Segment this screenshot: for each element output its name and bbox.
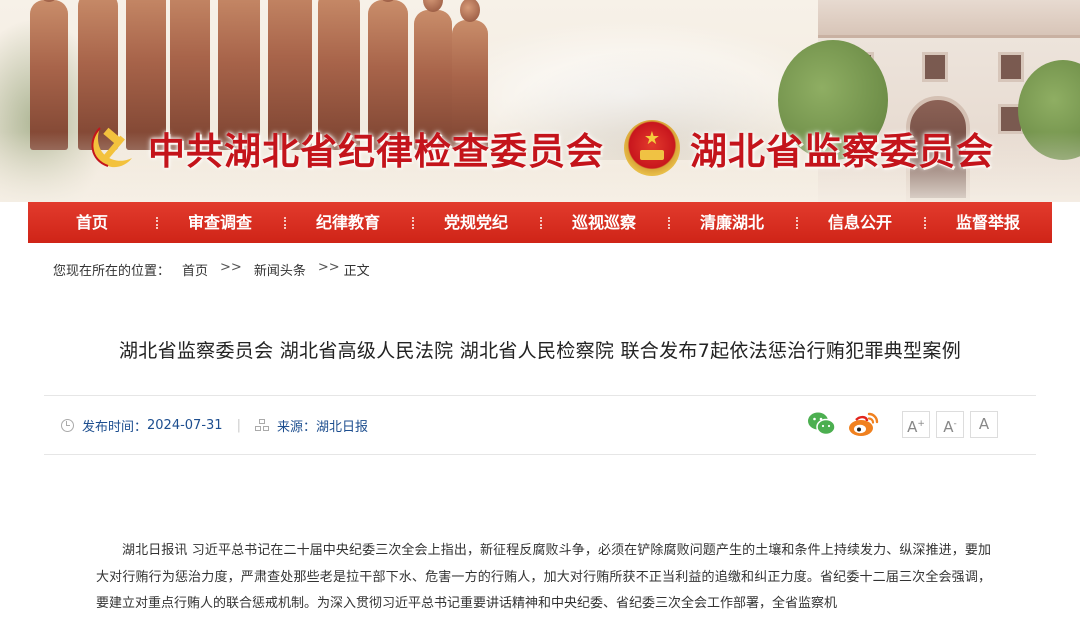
nav-item-info-disclosure[interactable]: 信息公开	[796, 202, 924, 243]
source-icon	[254, 419, 269, 432]
wechat-icon[interactable]	[807, 410, 837, 438]
article-meta: 发布时间： 2024-07-31 | 来源： 湖北日报	[61, 416, 368, 435]
nav-item-report[interactable]: 监督举报	[924, 202, 1052, 243]
nav-item-party-rules[interactable]: 党规党纪	[412, 202, 540, 243]
main-nav: 首页 审查调查 纪律教育 党规党纪 巡视巡察 清廉湖北 信息公开 监督举报	[28, 202, 1052, 243]
font-decrease-button[interactable]: A-	[936, 411, 964, 438]
font-reset-button[interactable]: A	[970, 411, 998, 438]
party-emblem-icon	[86, 122, 138, 174]
supervision-title: 湖北省监察委员会	[690, 129, 994, 173]
nav-item-investigation[interactable]: 审查调查	[156, 202, 284, 243]
breadcrumb: 您现在所在的位置： 首页 >> 新闻头条 >> 正文	[53, 260, 382, 279]
breadcrumb-separator: >>	[220, 260, 242, 275]
article-body-paragraph: 湖北日报讯 习近平总书记在二十届中央纪委三次全会上指出，新征程反腐败斗争，必须在…	[96, 543, 991, 611]
article-title: 湖北省监察委员会 湖北省高级人民法院 湖北省人民检察院 联合发布7起依法惩治行贿…	[118, 340, 961, 362]
breadcrumb-prefix: 您现在所在的位置：	[53, 264, 171, 279]
source-label: 来源：	[276, 420, 316, 435]
national-emblem-icon: ★	[624, 120, 680, 176]
nav-item-inspection[interactable]: 巡视巡察	[540, 202, 668, 243]
publish-time-label: 发布时间：	[82, 420, 148, 435]
breadcrumb-separator: >>	[317, 260, 340, 275]
weibo-icon[interactable]	[848, 410, 880, 438]
site-title-row: 中共湖北省纪律检查委员会 ★ 湖北省监察委员会	[86, 118, 994, 178]
commission-title: 中共湖北省纪律检查委员会	[148, 129, 604, 173]
publish-date: 2024-07-31	[147, 418, 223, 433]
article-meta-bar: 发布时间： 2024-07-31 | 来源： 湖北日报 A+ A- A A+	[44, 395, 1036, 455]
source-name: 湖北日报	[315, 420, 368, 435]
breadcrumb-news-link[interactable]: 新闻头条	[254, 260, 306, 279]
breadcrumb-home-link[interactable]: 首页	[182, 260, 208, 279]
nav-item-home[interactable]: 首页	[28, 202, 156, 243]
font-increase-button[interactable]: A+	[902, 411, 930, 438]
site-banner: 中共湖北省纪律检查委员会 ★ 湖北省监察委员会	[0, 0, 1080, 202]
clock-icon	[61, 419, 74, 432]
meta-divider: |	[236, 418, 241, 433]
nav-item-discipline-education[interactable]: 纪律教育	[284, 202, 412, 243]
breadcrumb-current: 正文	[343, 264, 370, 279]
nav-item-clean-hubei[interactable]: 清廉湖北	[668, 202, 796, 243]
